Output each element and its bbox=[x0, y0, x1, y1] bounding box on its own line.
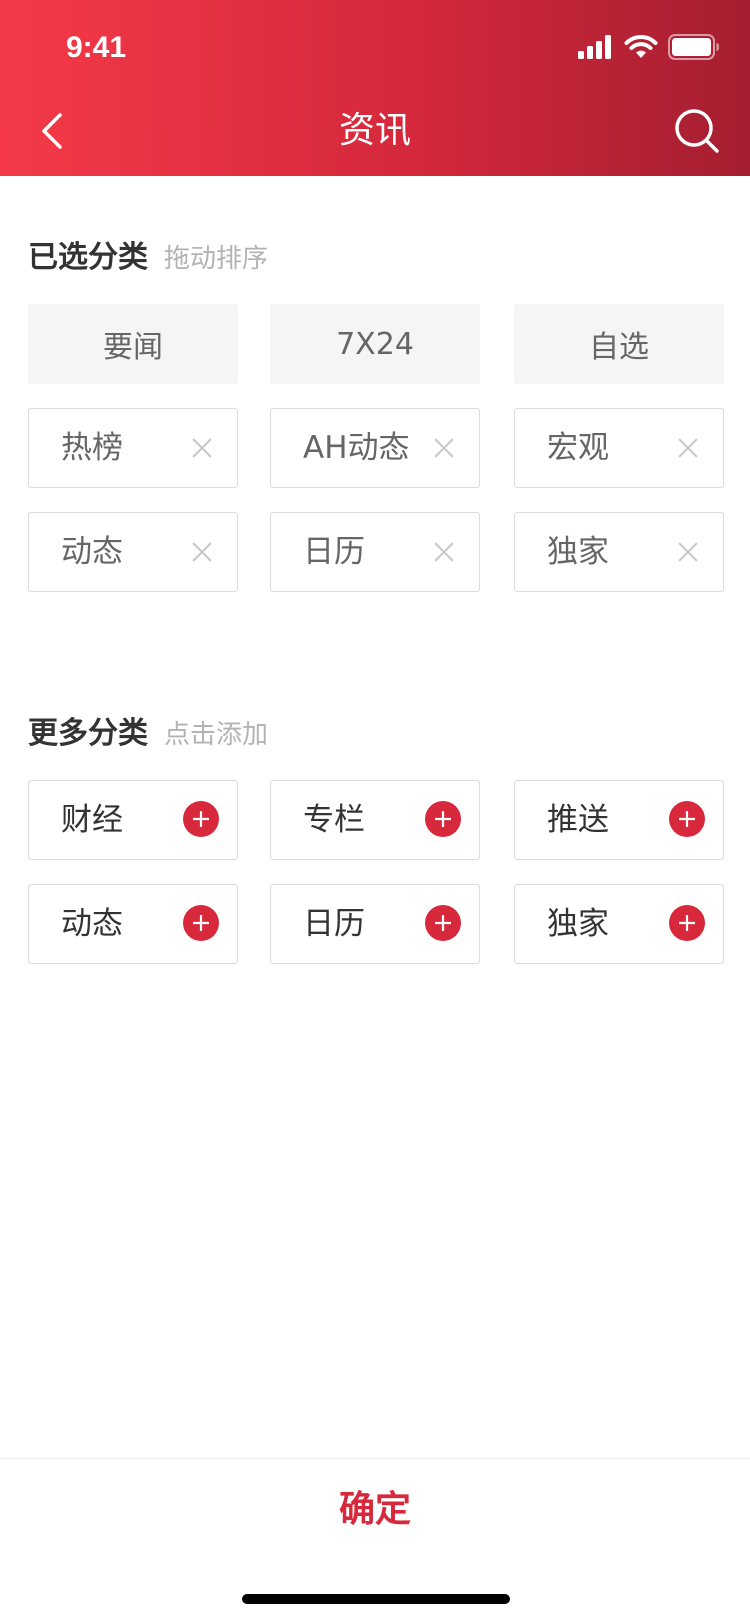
tag-label: 日历 bbox=[303, 906, 365, 942]
cellular-signal-icon bbox=[578, 35, 611, 59]
more-section-hint: 点击添加 bbox=[164, 720, 269, 750]
tag-label: 动态 bbox=[61, 906, 123, 942]
add-icon[interactable] bbox=[669, 801, 705, 837]
selected-tag[interactable]: 独家 bbox=[514, 512, 724, 592]
home-indicator bbox=[242, 1594, 510, 1604]
remove-icon[interactable] bbox=[431, 435, 457, 461]
fixed-tag[interactable]: 要闻 bbox=[28, 304, 238, 384]
addable-tag[interactable]: 日历 bbox=[270, 884, 480, 964]
tag-label: 7X24 bbox=[336, 326, 414, 362]
addable-tag[interactable]: 独家 bbox=[514, 884, 724, 964]
search-button[interactable] bbox=[672, 106, 722, 156]
search-icon bbox=[675, 109, 719, 153]
page-title: 资讯 bbox=[338, 110, 411, 151]
battery-icon bbox=[668, 34, 719, 60]
fixed-tag[interactable]: 自选 bbox=[514, 304, 724, 384]
remove-icon[interactable] bbox=[675, 539, 701, 565]
add-icon[interactable] bbox=[425, 905, 461, 941]
tag-label: 专栏 bbox=[303, 802, 365, 838]
selected-section-title: 已选分类 bbox=[28, 240, 148, 275]
selected-tag[interactable]: 热榜 bbox=[28, 408, 238, 488]
more-section-header: 更多分类 点击添加 bbox=[28, 708, 268, 752]
addable-tag[interactable]: 财经 bbox=[28, 780, 238, 860]
add-icon[interactable] bbox=[183, 801, 219, 837]
tag-label: 要闻 bbox=[103, 330, 163, 365]
selected-section-header: 已选分类 拖动排序 bbox=[28, 232, 268, 276]
tag-label: 独家 bbox=[547, 906, 609, 942]
remove-icon[interactable] bbox=[431, 539, 457, 565]
wifi-icon bbox=[624, 35, 658, 58]
selected-tag[interactable]: 宏观 bbox=[514, 408, 724, 488]
remove-icon[interactable] bbox=[189, 435, 215, 461]
add-icon[interactable] bbox=[425, 801, 461, 837]
tag-label: 独家 bbox=[547, 534, 609, 570]
selected-tag[interactable]: 日历 bbox=[270, 512, 480, 592]
tag-label: 日历 bbox=[303, 534, 365, 570]
confirm-button[interactable]: 确定 bbox=[0, 1460, 750, 1560]
selected-tag[interactable]: AH动态 bbox=[270, 408, 480, 488]
more-section-title: 更多分类 bbox=[28, 716, 148, 751]
tag-label: AH动态 bbox=[303, 430, 410, 466]
remove-icon[interactable] bbox=[189, 539, 215, 565]
tag-label: 财经 bbox=[61, 802, 123, 838]
addable-tag[interactable]: 动态 bbox=[28, 884, 238, 964]
tag-label: 动态 bbox=[61, 534, 123, 570]
add-icon[interactable] bbox=[183, 905, 219, 941]
footer-divider bbox=[0, 1458, 750, 1459]
selected-tag[interactable]: 动态 bbox=[28, 512, 238, 592]
status-time: 9:41 bbox=[66, 31, 127, 64]
selected-section-hint: 拖动排序 bbox=[164, 244, 269, 274]
status-icons bbox=[578, 32, 720, 62]
addable-tag[interactable]: 专栏 bbox=[270, 780, 480, 860]
add-icon[interactable] bbox=[669, 905, 705, 941]
remove-icon[interactable] bbox=[675, 435, 701, 461]
app-header: 9:41 资讯 bbox=[0, 0, 750, 176]
tag-label: 热榜 bbox=[61, 430, 123, 466]
addable-tag[interactable]: 推送 bbox=[514, 780, 724, 860]
tag-label: 宏观 bbox=[547, 430, 609, 466]
fixed-tag[interactable]: 7X24 bbox=[270, 304, 480, 384]
tag-label: 推送 bbox=[547, 802, 609, 838]
tag-label: 自选 bbox=[589, 330, 649, 365]
